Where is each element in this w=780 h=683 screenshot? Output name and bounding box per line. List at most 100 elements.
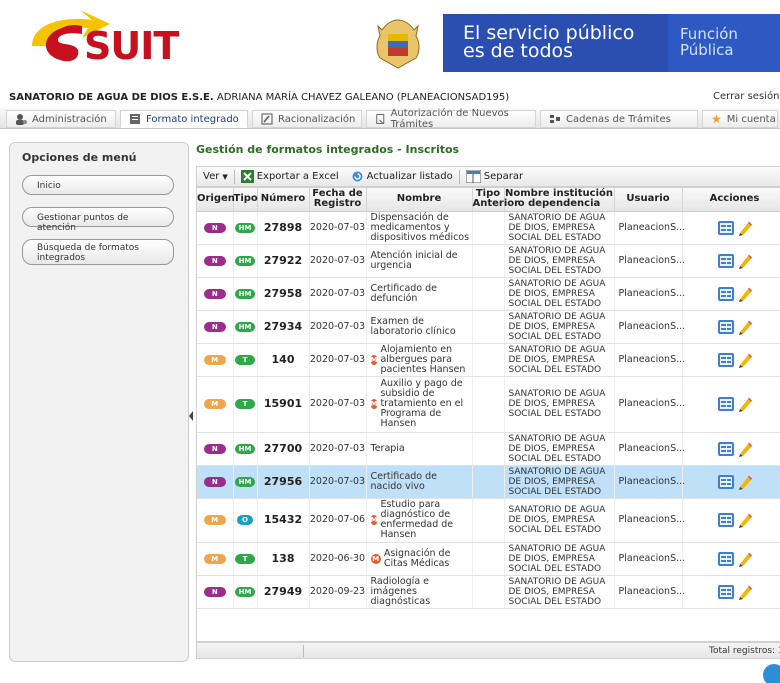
column-header[interactable]: Tipo Anterior [472,188,519,212]
table-row[interactable]: N HM 27700 2020-07-03 Terapia SANATORIO DE AG… [197,432,780,466]
usuario-cell: PlaneacionS... [614,277,685,311]
usuario-cell: PlaneacionS... [614,376,685,433]
suit-logo[interactable]: SUIT [22,6,179,76]
nombre-cell: M Asignación de Citas Médicas [366,542,473,576]
sidebar-item-gestionar[interactable]: Gestionar puntos de atención [22,207,174,233]
edit-pencil-icon[interactable] [737,352,753,368]
table-row[interactable]: M T 138 2020-06-30 M Asignación de Citas Médi… [197,542,780,576]
export-excel-button[interactable]: Exportar a Excel [235,170,345,183]
edit-pencil-icon[interactable] [737,286,753,302]
view-details-icon[interactable] [717,253,735,269]
edit-pencil-icon[interactable] [737,474,753,490]
acciones-cell [682,343,780,377]
tipo-badge: T [235,354,255,365]
edit-pencil-icon[interactable] [737,584,753,600]
view-details-icon[interactable] [717,441,735,457]
usuario-cell: PlaneacionS... [614,498,685,543]
view-details-icon[interactable] [717,396,735,412]
table-row[interactable]: N HM 27958 2020-07-03 Certificado de defunci… [197,277,780,311]
excel-icon [240,170,254,183]
tipo-anterior-badge: M [370,515,378,525]
origen-badge: N [203,255,226,266]
tipo-badge: HM [235,321,255,332]
view-menu-button[interactable]: Ver ▼ [197,171,234,182]
nombre-cell: Certificado de nacido vivo [366,465,473,499]
view-details-icon[interactable] [717,474,735,490]
tab-label: Mi cuenta [726,113,776,125]
numero-cell: 27700 [257,432,310,466]
column-header[interactable]: Fecha de Registro [309,188,367,212]
edit-icon [261,113,273,125]
tab-racionalizacion[interactable]: Racionalización [252,110,362,128]
data-grid: Origen Tipo Número Fecha de Registro Nom… [196,187,780,642]
origen-badge: M [203,399,226,409]
tab-autorizacion[interactable]: Autorización de Nuevos Trámites [366,108,536,130]
nombre-text: Auxilio y pago de subsidio de tratamient… [380,378,464,429]
column-header[interactable]: Acciones [682,188,780,212]
view-details-icon[interactable] [717,319,735,335]
column-header[interactable]: Nombre [366,188,473,212]
table-row[interactable]: M T 140 2020-07-03 M Alojamiento en albergues… [197,343,780,377]
tab-formato-integrado[interactable]: Formato integrado [120,110,248,128]
view-details-icon[interactable] [717,584,735,600]
nombre-cell: Radiología e imágenes diagnósticas [366,575,473,609]
view-label: Ver [203,171,220,182]
edit-pencil-icon[interactable] [737,253,753,269]
tab-administracion[interactable]: Administración [6,110,116,128]
table-row[interactable]: N HM 27956 2020-07-03 Certificado de nacido … [197,465,780,499]
column-header[interactable]: Tipo [233,188,258,212]
help-icon[interactable] [763,664,780,683]
table-row[interactable]: N HM 27934 2020-07-03 Examen de laboratorio … [197,310,780,344]
view-details-icon[interactable] [717,286,735,302]
edit-pencil-icon[interactable] [737,512,753,528]
column-header[interactable]: Nombre institución o dependencia [504,188,615,212]
tipo-badge: HM [235,586,255,597]
acciones-cell [682,465,780,499]
edit-pencil-icon[interactable] [737,396,753,412]
tipo-anterior-cell [472,432,505,466]
tipo-badge: HM [235,476,255,487]
origen-badge: N [203,321,226,332]
edit-pencil-icon[interactable] [737,220,753,236]
institucion-cell: SANATORIO DE AGUA DE DIOS, EMPRESA SOCIA… [504,432,615,466]
edit-pencil-icon[interactable] [737,441,753,457]
origen-badge: M [203,354,226,365]
edit-pencil-icon[interactable] [737,551,753,567]
tipo-anterior-cell [472,575,505,609]
logout-link[interactable]: Cerrar sesión [713,91,779,102]
refresh-list-button[interactable]: Actualizar listado [345,170,459,183]
sidebar-item-inicio[interactable]: Inicio [22,175,174,195]
view-details-icon[interactable] [717,512,735,528]
tipo-badge: O [237,515,253,525]
column-header[interactable]: Origen [197,188,235,212]
table-row[interactable]: N HM 27922 2020-07-03 Atención inicial de ur… [197,244,780,278]
view-details-icon[interactable] [717,220,735,236]
institucion-cell: SANATORIO DE AGUA DE DIOS, EMPRESA SOCIA… [504,244,615,278]
tab-cadenas[interactable]: Cadenas de Trámites [540,110,698,128]
usuario-cell: PlaneacionS... [614,343,685,377]
tab-mi-cuenta[interactable]: ★ Mi cuenta [702,110,778,128]
table-row[interactable]: M O 15432 2020-07-06 M Estudio para diagnósti… [197,498,780,543]
split-button[interactable]: Separar [460,170,529,183]
nombre-text: Atención inicial de urgencia [370,249,458,271]
user-bar: SANATORIO DE AGUA DE DIOS E.S.E. ADRIANA… [0,88,780,106]
sidebar-item-busqueda[interactable]: Búsqueda de formatos integrados [22,239,174,265]
table-row[interactable]: M T 15901 2020-07-03 M Auxilio y pago de subs… [197,376,780,433]
view-details-icon[interactable] [717,352,735,368]
colombia-seal-icon [376,19,420,69]
refresh-label: Actualizar listado [366,171,453,182]
banner-side-text: Función Pública [680,26,738,58]
table-row[interactable]: N HM 27898 2020-07-03 Dispensación de medica… [197,211,780,245]
grid-footer: Total registros: 11 [196,642,780,659]
column-header[interactable]: Número [257,188,310,212]
collapse-sidebar-icon[interactable] [188,405,194,427]
nombre-text: Estudio para diagnóstico de enfermedad d… [380,499,454,540]
banner-side-line-2: Pública [680,41,734,59]
tipo-anterior-badge: M [370,354,378,365]
numero-cell: 27956 [257,465,310,499]
edit-pencil-icon[interactable] [737,319,753,335]
view-details-icon[interactable] [717,551,735,567]
table-row[interactable]: N HM 27949 2020-09-23 Radiología e imágenes … [197,575,780,609]
page: SUIT El servicio público es de todos Fun… [0,0,780,683]
column-header[interactable]: Usuario [614,188,683,212]
